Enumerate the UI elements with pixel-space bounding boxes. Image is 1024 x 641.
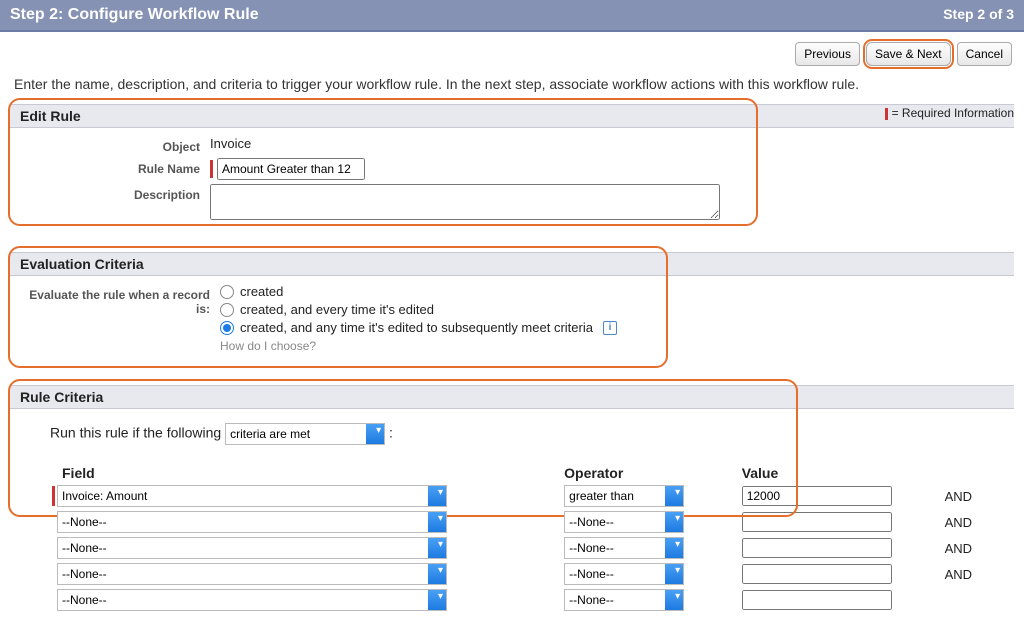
wizard-header: Step 2: Configure Workflow Rule Step 2 o… — [0, 0, 1024, 32]
criteria-operator-select[interactable]: --None-- — [564, 563, 684, 585]
evaluate-prompt: Evaluate the rule when a record is: — [20, 284, 220, 316]
criteria-field-select[interactable]: --None-- — [57, 537, 447, 559]
criteria-and-label: AND — [941, 509, 1004, 535]
required-info-legend: = Required Information — [885, 106, 1014, 120]
required-marker-icon — [52, 486, 55, 506]
column-value: Value — [738, 463, 941, 483]
criteria-operator-select[interactable]: --None-- — [564, 589, 684, 611]
criteria-row: Invoice: Amount greater than AND — [20, 483, 1004, 509]
criteria-value-input[interactable] — [742, 590, 892, 610]
radio-icon[interactable] — [220, 321, 234, 335]
criteria-and-label: AND — [941, 483, 1004, 509]
action-button-row: Previous Save & Next Cancel — [0, 32, 1024, 72]
criteria-operator-select[interactable]: --None-- — [564, 511, 684, 533]
how-do-i-choose-link[interactable]: How do I choose? — [220, 339, 1004, 353]
criteria-row: --None-- --None-- AND — [20, 561, 1004, 587]
criteria-and-label — [941, 587, 1004, 613]
eval-option-1[interactable]: created, and every time it's edited — [220, 302, 1004, 317]
eval-option-0[interactable]: created — [220, 284, 1004, 299]
criteria-and-label: AND — [941, 535, 1004, 561]
criteria-field-select[interactable]: --None-- — [57, 589, 447, 611]
radio-icon[interactable] — [220, 285, 234, 299]
edit-rule-header: Edit Rule — [10, 104, 1014, 128]
criteria-value-input[interactable] — [742, 512, 892, 532]
edit-rule-section: = Required Information Edit Rule Object … — [10, 104, 1014, 238]
criteria-table: Field Operator Value Invoice: Amount grea… — [20, 463, 1004, 613]
rule-name-input[interactable] — [217, 158, 365, 180]
criteria-operator-select[interactable]: --None-- — [564, 537, 684, 559]
column-operator: Operator — [560, 463, 738, 483]
run-rule-prompt-suffix: : — [389, 425, 393, 441]
info-icon[interactable]: i — [603, 321, 617, 335]
criteria-value-input[interactable] — [742, 564, 892, 584]
step-counter: Step 2 of 3 — [943, 6, 1014, 24]
previous-button[interactable]: Previous — [795, 42, 860, 66]
criteria-field-select[interactable]: --None-- — [57, 511, 447, 533]
criteria-row: --None-- --None-- AND — [20, 509, 1004, 535]
radio-icon[interactable] — [220, 303, 234, 317]
criteria-row: --None-- --None-- AND — [20, 535, 1004, 561]
criteria-field-select[interactable]: Invoice: Amount — [57, 485, 447, 507]
eval-criteria-header: Evaluation Criteria — [10, 252, 1014, 276]
rule-criteria-header: Rule Criteria — [10, 385, 1014, 409]
run-rule-prompt-prefix: Run this rule if the following — [50, 425, 221, 441]
cancel-button[interactable]: Cancel — [957, 42, 1012, 66]
rule-criteria-section: Rule Criteria Run this rule if the follo… — [10, 385, 1014, 627]
object-value: Invoice — [210, 136, 1004, 151]
required-marker-icon — [885, 108, 888, 120]
run-rule-select[interactable]: criteria are met — [225, 423, 385, 445]
rule-name-label: Rule Name — [20, 158, 210, 176]
save-next-button[interactable]: Save & Next — [866, 42, 951, 66]
description-textarea[interactable] — [210, 184, 720, 220]
criteria-row: --None-- --None-- — [20, 587, 1004, 613]
criteria-field-select[interactable]: --None-- — [57, 563, 447, 585]
criteria-value-input[interactable] — [742, 486, 892, 506]
column-field: Field — [20, 463, 560, 483]
page-root: Step 2: Configure Workflow Rule Step 2 o… — [0, 0, 1024, 627]
eval-option-2[interactable]: created, and any time it's edited to sub… — [220, 320, 1004, 335]
object-label: Object — [20, 136, 210, 154]
wizard-title: Step 2: Configure Workflow Rule — [10, 6, 259, 24]
required-marker-icon — [210, 160, 213, 178]
evaluation-criteria-section: Evaluation Criteria Evaluate the rule wh… — [10, 252, 1014, 371]
intro-text: Enter the name, description, and criteri… — [0, 72, 1024, 104]
criteria-and-label: AND — [941, 561, 1004, 587]
description-label: Description — [20, 184, 210, 202]
criteria-operator-select[interactable]: greater than — [564, 485, 684, 507]
criteria-value-input[interactable] — [742, 538, 892, 558]
